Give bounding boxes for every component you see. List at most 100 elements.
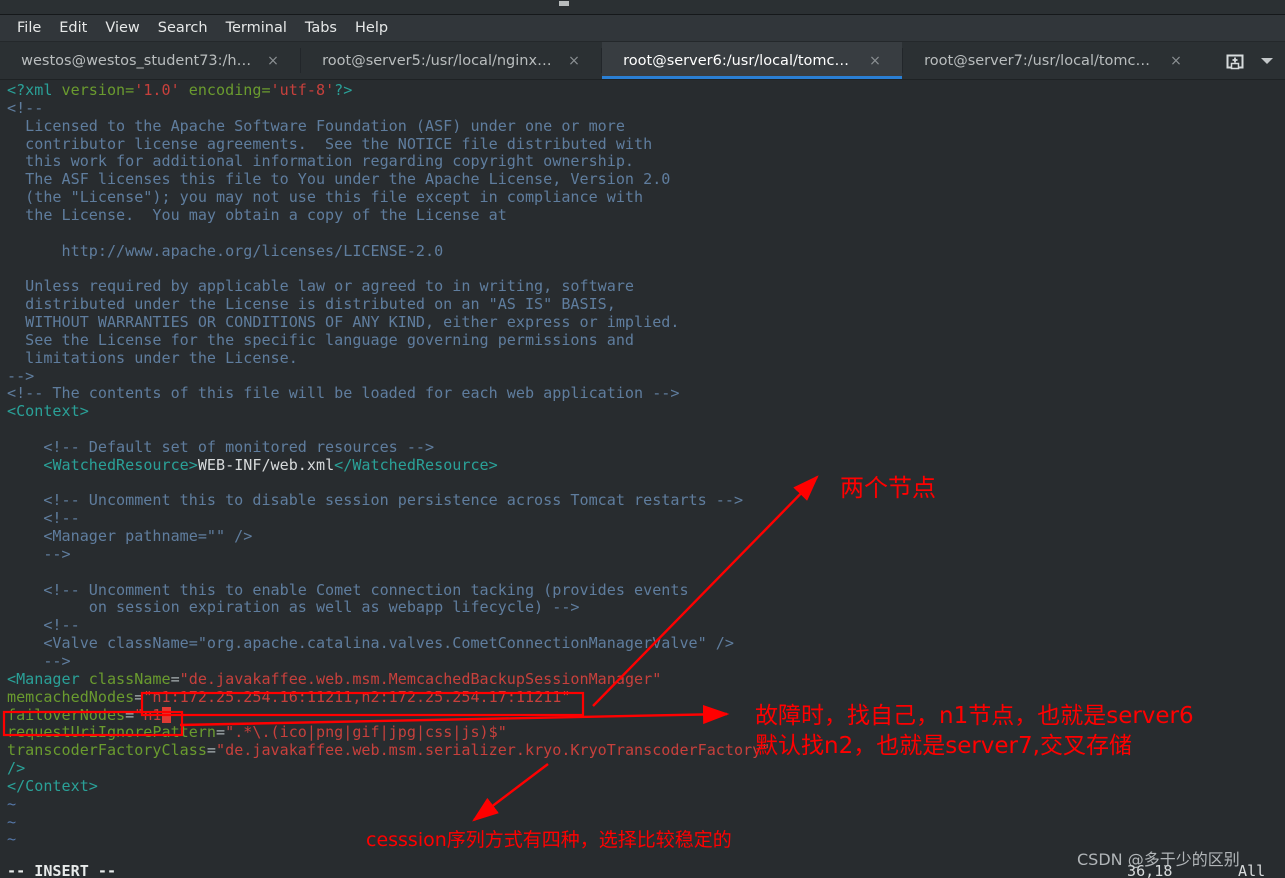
close-icon[interactable]: × (869, 54, 881, 68)
editor-line: /> (0, 759, 1285, 778)
editor-line: <!-- Uncomment this to disable session p… (0, 491, 1285, 510)
menu-item-tabs[interactable]: Tabs (296, 18, 346, 38)
editor-line: <!-- Default set of monitored resources … (0, 438, 1285, 457)
code-token: failoverNodes (7, 705, 126, 724)
editor-line: <Manager className="de.javakaffee.web.ms… (0, 669, 1285, 689)
code-token: <WatchedResource> (43, 455, 198, 474)
editor-line: WITHOUT WARRANTIES OR CONDITIONS OF ANY … (0, 313, 1285, 332)
code-token: --> (7, 366, 35, 385)
code-token: ~ (7, 830, 17, 849)
code-token: distributed under the License is distrib… (7, 295, 616, 314)
code-token: "n1 (134, 705, 162, 724)
code-token: = (206, 741, 217, 760)
code-token: "de.javakaffee.web.msm.serializer.kryo.K… (216, 741, 771, 760)
close-icon[interactable]: × (1170, 54, 1182, 68)
editor-line: Unless required by applicable law or agr… (0, 277, 1285, 296)
close-icon[interactable]: × (267, 54, 279, 68)
code-token: transcoderFactoryClass (7, 741, 207, 760)
menu-item-search[interactable]: Search (149, 18, 217, 38)
menu-item-terminal[interactable]: Terminal (217, 18, 296, 38)
editor-line: distributed under the License is distrib… (0, 295, 1285, 314)
code-token: <!-- (7, 616, 80, 635)
code-token: <Context> (7, 402, 89, 421)
code-token: <?xml (7, 81, 62, 99)
editor-line: <!-- The contents of this file will be l… (0, 384, 1285, 403)
code-token: WEB-INF/web.xml (197, 455, 335, 474)
code-token: ?> (334, 81, 353, 99)
code-token: The ASF licenses this file to You under … (7, 170, 671, 189)
code-token: = (170, 669, 180, 688)
window-title-nub (559, 1, 569, 6)
editor-line: --> (0, 652, 1285, 671)
chevron-down-icon[interactable] (1261, 57, 1273, 64)
code-token: = (125, 705, 135, 724)
editor-line: <Valve className="org.apache.catalina.va… (0, 634, 1285, 653)
editor-line: <Manager pathname="" /> (0, 527, 1285, 546)
code-token: --> (7, 652, 71, 670)
vim-mode-indicator: -- INSERT -- (7, 862, 117, 878)
code-token: </WatchedResource> (334, 455, 498, 474)
editor-line: <!-- (0, 99, 1285, 118)
code-token: http://www.apache.org/licenses/LICENSE-2… (7, 241, 444, 260)
code-token: <!-- Uncomment this to enable Comet conn… (7, 580, 689, 599)
editor-line: <Context> (0, 402, 1285, 421)
code-token: <Manager (7, 669, 80, 688)
editor-lines: <?xml version='1.0' encoding='utf-8'?> <!… (0, 81, 1285, 849)
code-token: </Context> (7, 776, 98, 795)
close-icon[interactable]: × (568, 54, 580, 68)
editor-line: <!-- (0, 616, 1285, 635)
menu-bar: File Edit View Search Terminal Tabs Help (0, 15, 1285, 42)
tab-label: westos@westos_student73:/hom… (21, 52, 254, 69)
new-tab-icon[interactable] (1225, 52, 1245, 70)
tab-server5-nginx-conf[interactable]: root@server5:/usr/local/nginx/conf × (301, 42, 601, 79)
window-titlebar (0, 0, 1285, 15)
text-cursor (161, 706, 171, 723)
tab-bar-controls (1219, 42, 1285, 79)
tab-label: root@server6:/usr/local/tomcat/c… (623, 52, 856, 69)
code-token: memcachedNodes (7, 687, 135, 706)
code-token: <!-- Uncomment this to disable session p… (7, 491, 744, 510)
tab-server6-tomcat-conf[interactable]: root@server6:/usr/local/tomcat/c… × (602, 42, 902, 79)
scroll-position: All (1238, 862, 1266, 878)
code-token: ~ (7, 794, 17, 813)
code-token: contributor license agreements. See the … (7, 134, 653, 153)
code-token: 'utf-8' (270, 81, 335, 99)
editor-line: </Context> (0, 776, 1285, 796)
code-token: this work for additional information reg… (7, 152, 635, 171)
editor-line: (the "License"); you may not use this fi… (0, 188, 1285, 207)
code-token: '1.0' (134, 81, 180, 99)
vim-status-line: -- INSERT -- 36,18 All (0, 861, 1285, 878)
editor-line: ~ (0, 831, 1285, 849)
editor-line: limitations under the License. (0, 349, 1285, 368)
editor-viewport[interactable]: <?xml version='1.0' encoding='utf-8'?> <!… (0, 80, 1285, 878)
code-token: "de.javakaffee.web.msm.MemcachedBackupSe… (179, 669, 662, 688)
tab-server7-tomcat-webapps[interactable]: root@server7:/usr/local/tomcat/w… × (903, 42, 1203, 79)
editor-line: The ASF licenses this file to You under … (0, 170, 1285, 189)
editor-line: <?xml version='1.0' encoding='utf-8'?> (0, 81, 1285, 100)
code-token: on session expiration as well as webapp … (7, 598, 580, 617)
code-token: <!-- The contents of this file will be l… (7, 384, 680, 403)
menu-item-edit[interactable]: Edit (50, 18, 96, 38)
tab-westos-student73[interactable]: westos@westos_student73:/hom… × (0, 42, 300, 79)
editor-line: http://www.apache.org/licenses/LICENSE-2… (0, 241, 1285, 261)
code-token: ".*\.(ico|png|gif|jpg|css|js)$" (225, 723, 507, 742)
editor-line: on session expiration as well as webapp … (0, 599, 1285, 617)
editor-line: --> (0, 366, 1285, 386)
code-token: version= (61, 81, 135, 99)
editor-line: transcoderFactoryClass="de.javakaffee.we… (0, 741, 1285, 760)
editor-line: ~ (0, 794, 1285, 814)
editor-line: ~ (0, 813, 1285, 832)
menu-item-file[interactable]: File (8, 18, 50, 38)
code-token: the License. You may obtain a copy of th… (7, 205, 507, 224)
code-token: encoding= (179, 81, 271, 99)
editor-line: <WatchedResource>WEB-INF/web.xml</Watche… (0, 455, 1285, 475)
menu-item-help[interactable]: Help (346, 18, 397, 38)
menu-item-view[interactable]: View (96, 18, 148, 38)
code-token: (the "License"); you may not use this fi… (7, 188, 644, 207)
cursor-position: 36,18 (1127, 862, 1173, 878)
code-token: <Valve className="org.apache.catalina.va… (7, 634, 734, 653)
